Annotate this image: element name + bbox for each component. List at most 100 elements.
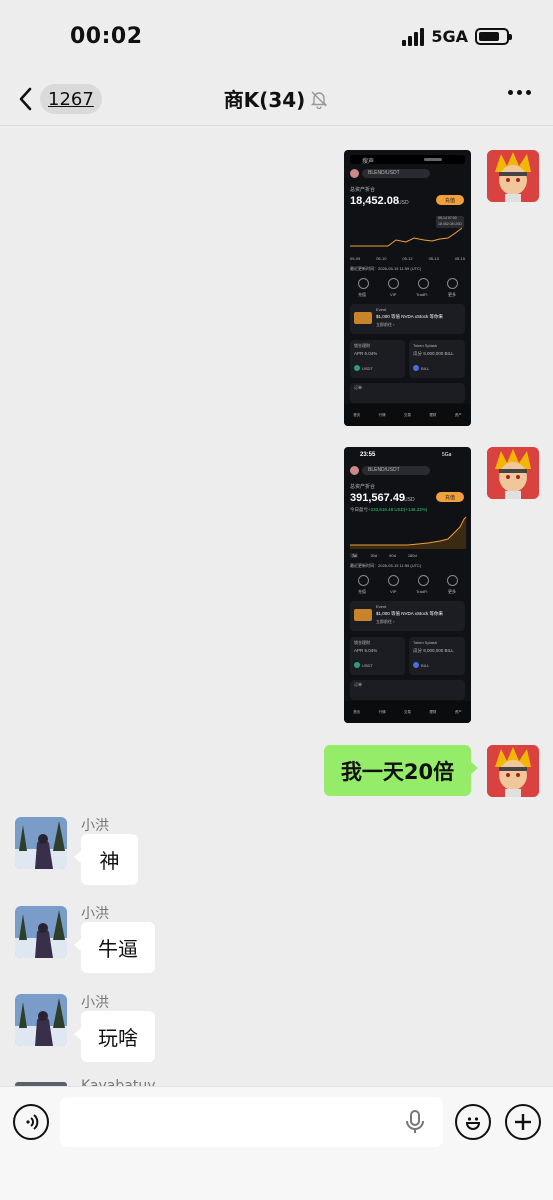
shot1-earn-title: 锁仓理财	[354, 343, 370, 348]
shot1-xtick: 05-09	[350, 256, 361, 261]
message-input[interactable]	[60, 1097, 443, 1147]
incoming-text-message[interactable]: 牛逼	[74, 922, 155, 973]
shot2-earn-coin: USDT	[362, 663, 373, 668]
cellular-signal-icon	[402, 26, 425, 46]
shot2-event-logo	[354, 609, 372, 621]
shot2-unit: USD	[404, 497, 415, 503]
shot2-asset-label: 总资产折合	[350, 484, 376, 490]
microphone-icon[interactable]	[404, 1109, 426, 1135]
shot1-earn-apr: APR 6.04%	[354, 351, 378, 356]
shot2-earn-title: 锁仓理财	[354, 640, 370, 645]
shot1-action: TradFi	[416, 292, 428, 297]
shot2-action: VIP	[390, 589, 397, 594]
shot1-orders-label: 订单	[354, 385, 362, 390]
shot2-range-tab: 90d	[389, 553, 396, 558]
shot1-splash-title: Token Splash	[413, 343, 438, 348]
input-bar	[0, 1086, 553, 1200]
shot2-bottom-nav: 理财	[429, 710, 437, 714]
network-type: 5GA	[431, 26, 468, 46]
shot2-network: 5Ga	[442, 452, 452, 458]
image-message-1[interactable]: 搜声 BLEND/USDT 总资产折合 18,452.08 USD 充值 05-…	[344, 150, 471, 426]
shot2-earn-apr: APR 6.04%	[354, 648, 378, 653]
sender-name: 小洪	[81, 906, 109, 922]
sender-name: 小洪	[81, 995, 109, 1011]
more-options-button[interactable]	[508, 90, 531, 95]
self-avatar[interactable]	[487, 447, 539, 499]
sender-avatar[interactable]	[15, 817, 67, 869]
shot2-deposit-button: 充值	[436, 492, 464, 502]
shot1-xtick: 05-15	[454, 256, 465, 261]
chat-header: 1267 商K(34)	[0, 72, 553, 126]
shot2-action: TradFi	[416, 589, 428, 594]
shot1-xtick: 05-13	[428, 256, 439, 261]
shot2-event-link: 立即前往 ›	[376, 619, 395, 624]
emoji-button[interactable]	[455, 1104, 491, 1140]
shot1-event-text: $1,000 等值 NVDA xStock 等你来	[376, 314, 444, 319]
sender-avatar[interactable]	[15, 906, 67, 958]
shot1-tooltip-date: 05-14 07:00	[438, 216, 457, 220]
shot2-search-text: BLEND/USDT	[368, 467, 400, 473]
shot1-profile-icon	[350, 169, 359, 178]
voice-wave-icon	[26, 1114, 39, 1130]
voice-mode-button[interactable]	[13, 1104, 49, 1140]
shot1-xtick: 05-12	[402, 256, 413, 261]
incoming-text-message[interactable]: 神	[74, 834, 138, 885]
chat-title-text: 商K(34)	[223, 88, 306, 112]
shot1-xtick: 05-10	[376, 256, 387, 261]
shot1-bottom-nav: 交易	[403, 413, 411, 417]
shot2-splash-title: Token Splash	[413, 640, 438, 645]
shot1-asset-chart	[350, 227, 463, 247]
shot1-bottom-nav: 首页	[353, 413, 361, 417]
shot2-bottom-nav: 资产	[454, 710, 462, 714]
shot1-deposit-button: 充值	[436, 195, 464, 205]
shot1-splash-coin: BILL	[421, 366, 430, 371]
plus-icon	[515, 1114, 531, 1130]
shot2-range-tab: 30d	[370, 553, 378, 558]
shot2-event-text: $1,000 等值 NVDA xStock 等你来	[376, 611, 444, 616]
incoming-text-message[interactable]: 玩啥	[74, 1011, 155, 1062]
status-bar: 00:02 5GA	[0, 0, 553, 72]
shot2-bottom-nav: 行情	[378, 710, 386, 714]
shot1-event-title: Event	[376, 307, 387, 312]
shot1-splash-text: 瓜分 9,000,000 BILL	[413, 351, 454, 356]
shot2-pnl-value: +233,616.48 USD(+146.22%)	[368, 507, 428, 512]
self-avatar[interactable]	[487, 150, 539, 202]
shot2-action: 更多	[448, 589, 456, 594]
image-message-2[interactable]: 23:55 5Ga BLEND/USDT 总资产折合 391,567.49 US…	[344, 447, 471, 723]
shot2-splash-text: 瓜分 9,000,000 BILL	[413, 648, 454, 653]
status-indicators: 5GA	[402, 26, 512, 46]
shot2-action: 充值	[358, 589, 366, 594]
shot1-update-text: 最近更新时间：2026-05-15 11:59 (UTC)	[350, 266, 422, 271]
shot1-top-label: 搜声	[362, 159, 375, 165]
shot1-amount: 18,452.08	[350, 195, 399, 207]
shot1-event-link: 立即前往 ›	[376, 322, 395, 327]
shot1-action: 充值	[358, 292, 366, 297]
shot2-event-title: Event	[376, 604, 387, 609]
sender-name: 小洪	[81, 818, 109, 834]
emoji-smile-icon	[465, 1117, 481, 1130]
sender-avatar[interactable]	[15, 994, 67, 1046]
shot2-pnl-label: 今日盈亏	[350, 507, 368, 512]
shot2-splash-coin: BILL	[421, 663, 430, 668]
shot2-orders-label: 订单	[354, 682, 362, 687]
chat-screen: 00:02 5GA 1267 商K(34) 搜声 BLEND/USDT 总资产折…	[0, 0, 553, 1200]
battery-icon	[475, 27, 512, 45]
shot1-event-logo	[354, 312, 372, 324]
shot2-asset-chart	[350, 516, 467, 549]
shot1-search-text: BLEND/USDT	[368, 170, 400, 176]
shot1-bottom-nav: 理财	[429, 413, 437, 417]
chat-title: 商K(34)	[0, 84, 553, 113]
shot2-update-text: 最近更新时间：2026-05-15 11:59 (UTC)	[350, 563, 422, 568]
shot1-unit: USD	[398, 200, 409, 206]
shot1-action: VIP	[390, 292, 397, 297]
shot2-range-tab: 180d	[407, 553, 417, 558]
shot2-amount: 391,567.49	[350, 492, 406, 504]
shot1-action: 更多	[448, 292, 456, 297]
status-time: 00:02	[70, 23, 143, 49]
shot2-bottom-nav: 首页	[353, 710, 361, 714]
add-more-button[interactable]	[505, 1104, 541, 1140]
self-text-message[interactable]: 我一天20倍	[324, 745, 478, 796]
shot1-asset-label: 总资产折合	[350, 187, 376, 193]
self-avatar[interactable]	[487, 745, 539, 797]
shot2-time: 23:55	[360, 452, 376, 458]
